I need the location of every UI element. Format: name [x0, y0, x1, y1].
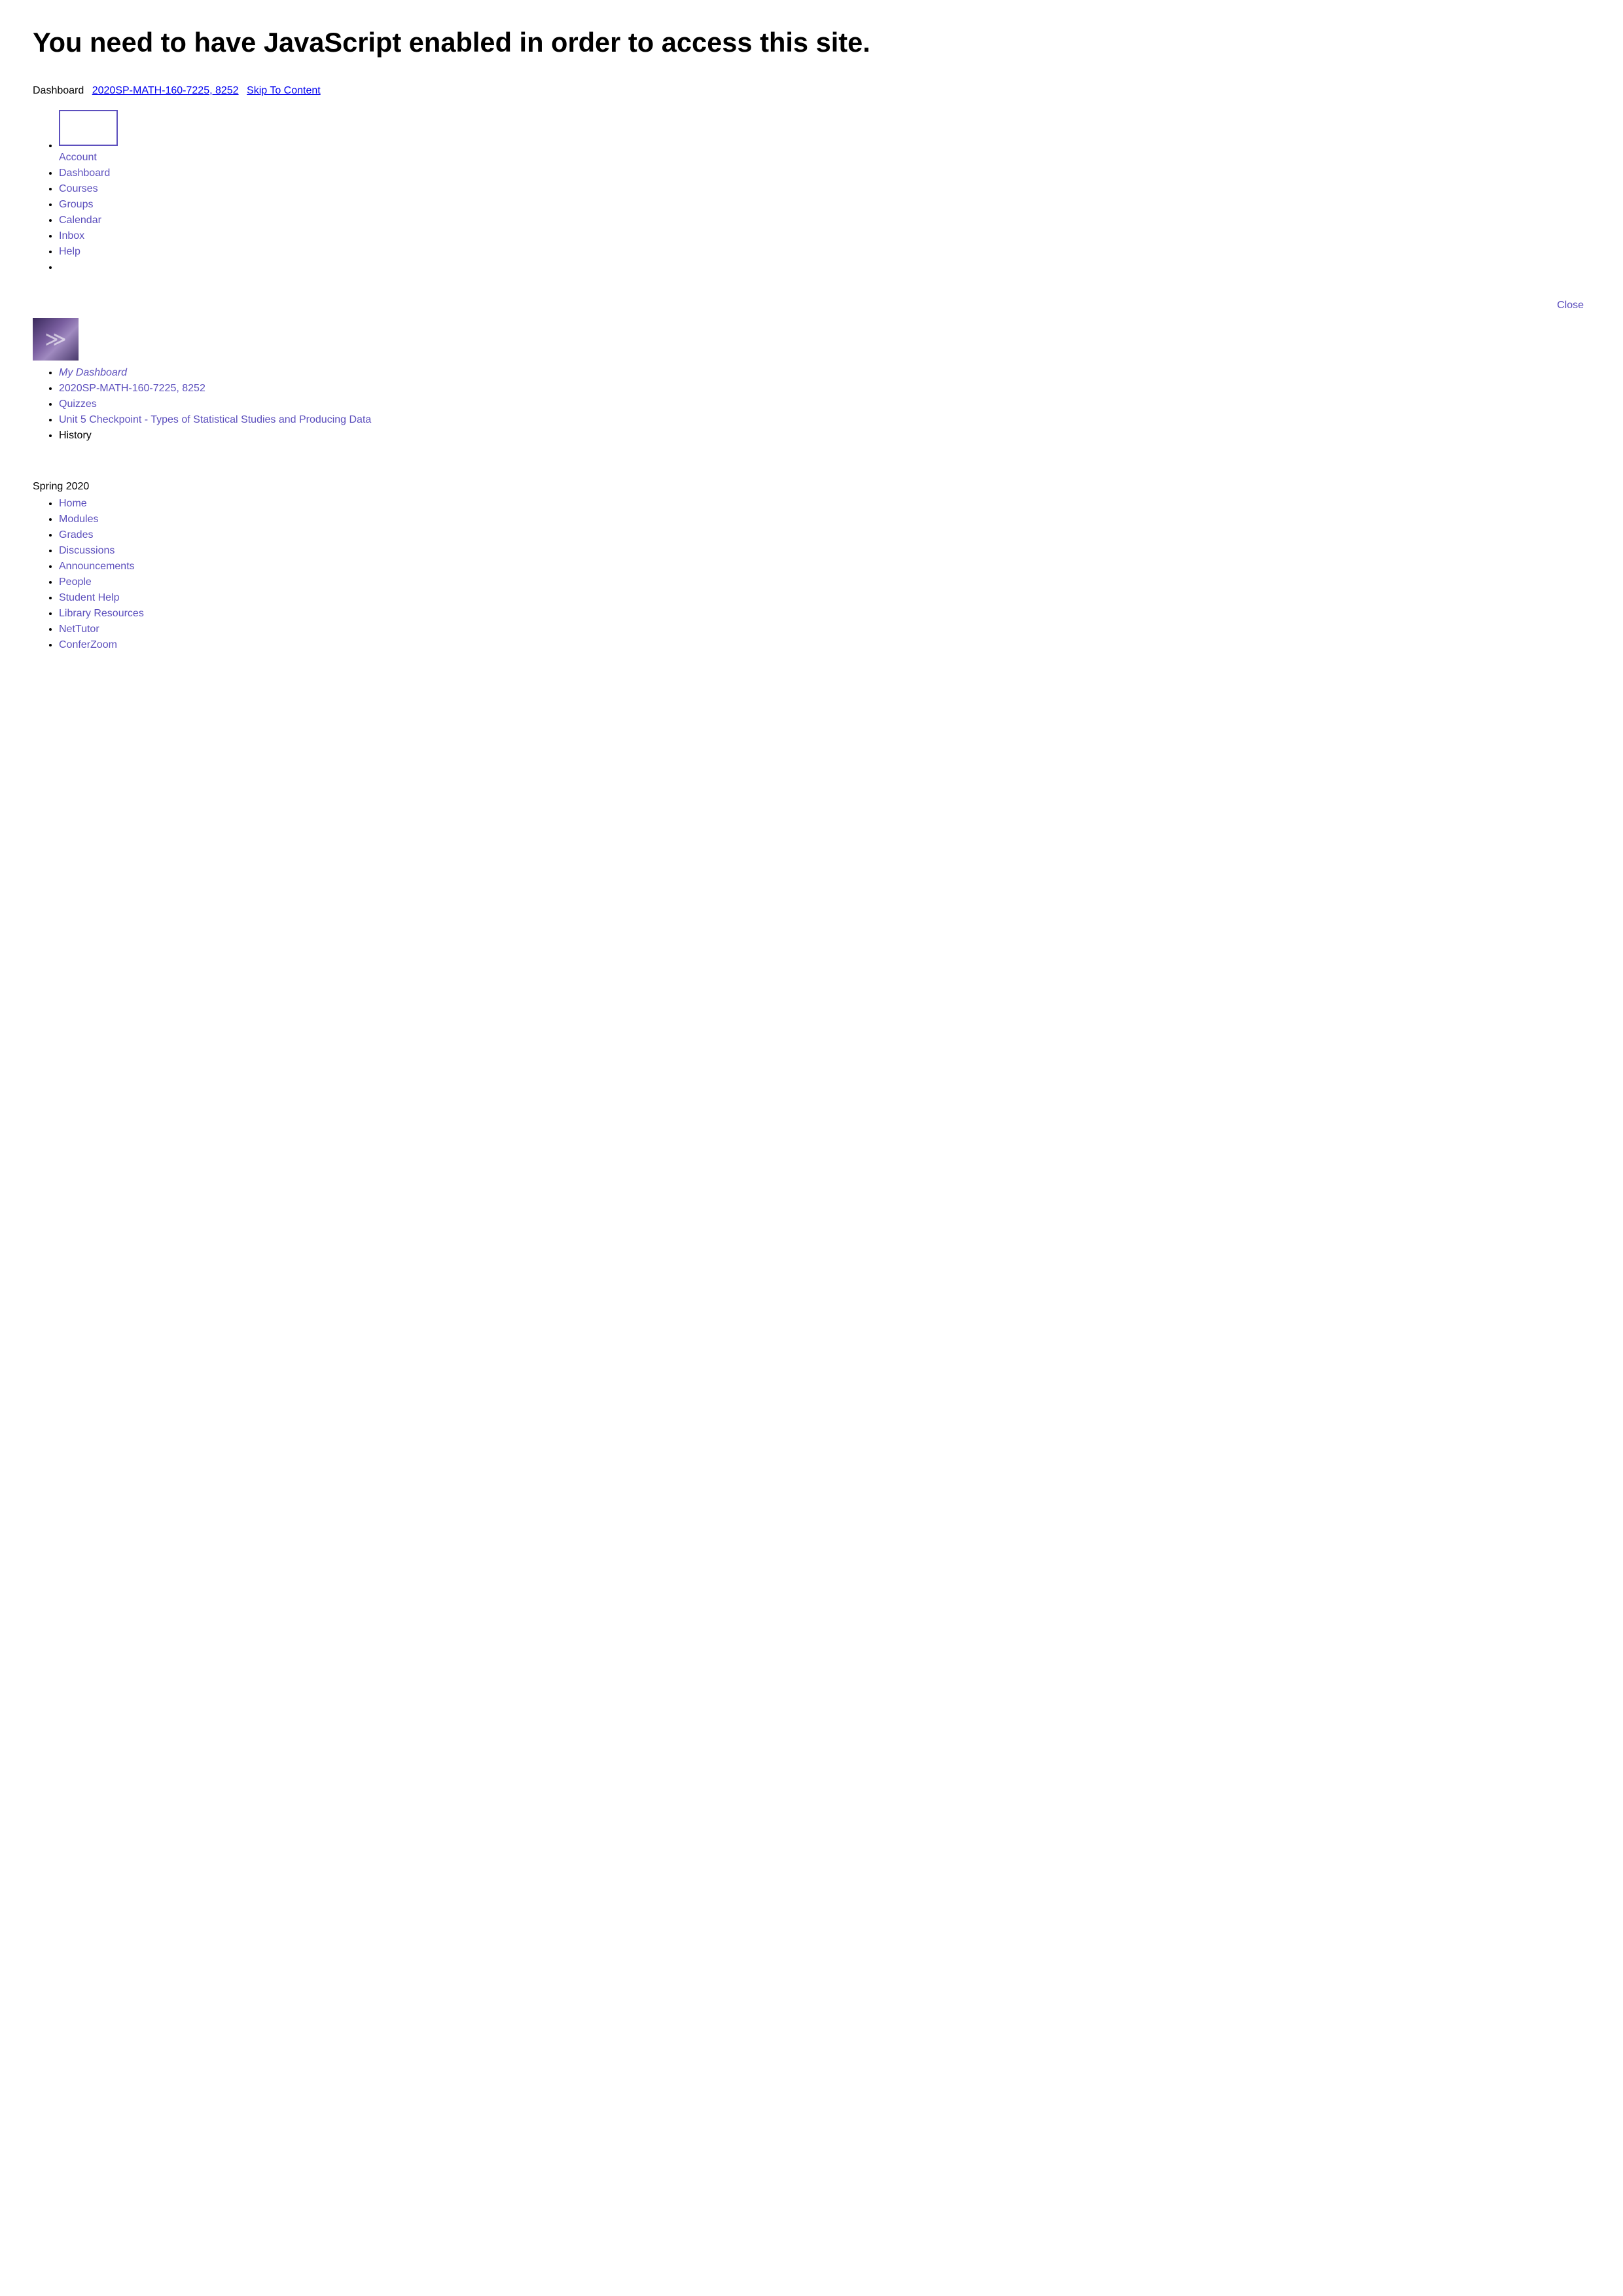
breadcrumb-separator-2 [241, 85, 244, 97]
nav-item-courses: Courses [59, 183, 1590, 195]
nav-link-groups[interactable]: Groups [59, 199, 93, 210]
nav-link-nettutor[interactable]: NetTutor [59, 624, 99, 635]
course-breadcrumb-list: My Dashboard 2020SP-MATH-160-7225, 8252 … [33, 367, 1590, 442]
course-nav-list: Home Modules Grades Discussions Announce… [33, 498, 1590, 651]
nav-link-account[interactable]: Account [59, 152, 99, 163]
breadcrumb-link-quizzes[interactable]: Quizzes [59, 398, 97, 410]
course-avatar-image [33, 318, 79, 361]
nav-link-conferzoom[interactable]: ConferZoom [59, 639, 117, 650]
nav-link-help[interactable]: Help [59, 246, 80, 257]
nav-item-inbox: Inbox [59, 230, 1590, 242]
nav-link-discussions[interactable]: Discussions [59, 545, 115, 556]
nav-item-library-resources: Library Resources [59, 608, 1590, 620]
breadcrumb-link-unit5[interactable]: Unit 5 Checkpoint - Types of Statistical… [59, 414, 371, 425]
nav-link-announcements[interactable]: Announcements [59, 561, 135, 572]
breadcrumb-link-course[interactable]: 2020SP-MATH-160-7225, 8252 [59, 383, 205, 394]
nav-link-calendar[interactable]: Calendar [59, 215, 101, 226]
nav-link-inbox[interactable]: Inbox [59, 230, 84, 241]
breadcrumb-history: History [59, 430, 1590, 442]
breadcrumb-quizzes: Quizzes [59, 398, 1590, 410]
nav-link-grades[interactable]: Grades [59, 529, 93, 540]
breadcrumb-separator [86, 85, 89, 97]
breadcrumb-history-label: History [59, 430, 92, 441]
nav-item-announcements: Announcements [59, 561, 1590, 573]
nav-item-modules: Modules [59, 514, 1590, 525]
nav-link-people[interactable]: People [59, 576, 92, 588]
nav-item-discussions: Discussions [59, 545, 1590, 557]
nav-item-conferzoom: ConferZoom [59, 639, 1590, 651]
nav-item-account-icon[interactable]: Account [59, 110, 1590, 164]
nav-item-nettutor: NetTutor [59, 624, 1590, 635]
breadcrumb-link-my-dashboard[interactable]: My Dashboard [59, 367, 127, 378]
course-nav-section: Home Modules Grades Discussions Announce… [33, 498, 1590, 651]
nav-item-empty [59, 262, 1590, 274]
dashboard-breadcrumb-label: Dashboard [33, 85, 84, 97]
nav-item-dashboard: Dashboard [59, 168, 1590, 179]
nav-link-library-resources[interactable]: Library Resources [59, 608, 144, 619]
global-nav-section: Account Dashboard Courses Groups Calenda… [33, 110, 1590, 274]
nav-item-grades: Grades [59, 529, 1590, 541]
skip-to-content-link[interactable]: Skip To Content [247, 85, 321, 97]
top-breadcrumb: Dashboard 2020SP-MATH-160-7225, 8252 Ski… [33, 85, 1590, 97]
breadcrumb-my-dashboard: My Dashboard [59, 367, 1590, 379]
js-warning-heading: You need to have JavaScript enabled in o… [33, 26, 1590, 59]
nav-item-calendar: Calendar [59, 215, 1590, 226]
js-warning-section: You need to have JavaScript enabled in o… [33, 26, 1590, 59]
nav-link-courses[interactable]: Courses [59, 183, 98, 194]
account-icon-box[interactable] [59, 110, 118, 146]
nav-link-modules[interactable]: Modules [59, 514, 98, 525]
course-breadcrumb-link[interactable]: 2020SP-MATH-160-7225, 8252 [92, 85, 239, 97]
nav-item-student-help: Student Help [59, 592, 1590, 604]
nav-item-people: People [59, 576, 1590, 588]
nav-item-groups: Groups [59, 199, 1590, 211]
spacer-1 [33, 280, 1590, 300]
course-breadcrumb-section: My Dashboard 2020SP-MATH-160-7225, 8252 … [33, 367, 1590, 442]
breadcrumb-course-link: 2020SP-MATH-160-7225, 8252 [59, 383, 1590, 395]
nav-item-home: Home [59, 498, 1590, 510]
close-button[interactable]: Close [33, 300, 1590, 311]
breadcrumb-unit5: Unit 5 Checkpoint - Types of Statistical… [59, 414, 1590, 426]
course-avatar [33, 318, 79, 361]
semester-label: Spring 2020 [33, 481, 1590, 493]
nav-link-student-help[interactable]: Student Help [59, 592, 120, 603]
nav-link-dashboard[interactable]: Dashboard [59, 168, 110, 179]
nav-item-help: Help [59, 246, 1590, 258]
global-nav-list: Account Dashboard Courses Groups Calenda… [33, 110, 1590, 274]
spacer-2 [33, 448, 1590, 468]
nav-link-home[interactable]: Home [59, 498, 87, 509]
